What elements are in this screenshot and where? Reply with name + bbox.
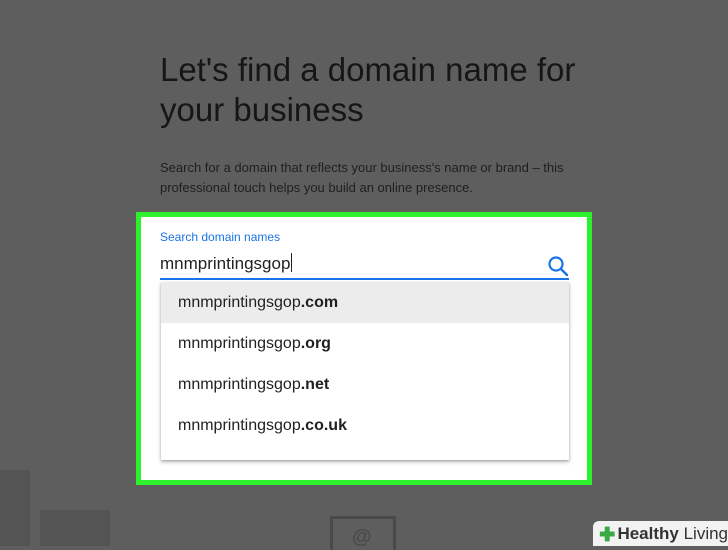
building-mid (40, 510, 110, 546)
search-panel: Search domain names mnmprintingsgop mnmp… (136, 212, 592, 485)
text-cursor (291, 253, 293, 272)
suggestion-item[interactable]: mnmprintingsgop .com (161, 282, 569, 323)
search-input[interactable]: mnmprintingsgop (160, 253, 540, 274)
building-left (0, 470, 30, 546)
suggestion-tld: .net (300, 375, 330, 393)
suggestion-name: mnmprintingsgop (178, 334, 301, 352)
suggestion-tld: .org (300, 334, 331, 352)
suggestion-tld: .com (300, 293, 339, 311)
search-underline (160, 278, 569, 280)
watermark-text: Healthy Living (617, 523, 728, 543)
suggestion-name: mnmprintingsgop (178, 375, 301, 393)
suggestion-name: mnmprintingsgop (178, 293, 301, 311)
suggestion-dropdown: mnmprintingsgop .com mnmprintingsgop .org … (161, 282, 569, 460)
suggestion-item[interactable]: mnmprintingsgop .net (161, 364, 569, 405)
watermark: Healthy Living (593, 521, 728, 546)
suggestion-name: mnmprintingsgop (178, 416, 301, 434)
suggestion-item[interactable]: mnmprintingsgop .org (161, 323, 569, 364)
search-label: Search domain names (160, 230, 281, 244)
suggestion-tld: .co.uk (300, 416, 347, 434)
page-description: Search for a domain that reflects your b… (160, 160, 564, 195)
suggestion-item[interactable]: mnmprintingsgop .co.uk (161, 405, 569, 446)
search-icon[interactable] (546, 254, 570, 278)
page-title: Let's find a domain name for your busine… (160, 51, 576, 128)
search-input-value: mnmprintingsgop (160, 254, 291, 273)
cross-logo-icon (599, 526, 615, 541)
